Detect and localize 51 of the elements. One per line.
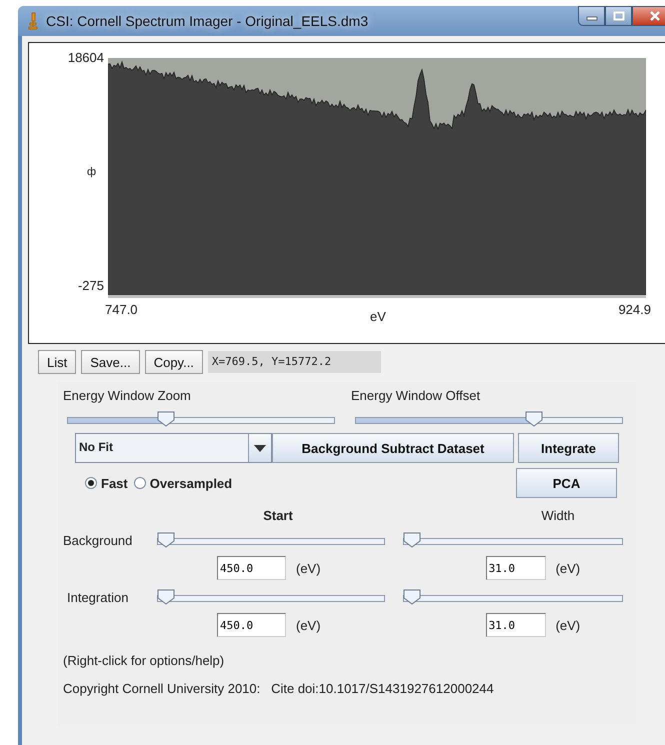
- slider-label: Energy Window Offset: [351, 388, 482, 403]
- close-icon: [649, 11, 661, 21]
- help-text: (Right-click for options/help): [63, 653, 226, 668]
- toolbar-button[interactable]: Save...: [81, 350, 140, 374]
- slider[interactable]: [67, 411, 335, 427]
- y-axis-label: ф: [86, 166, 96, 178]
- action-button[interactable]: PCA: [516, 468, 617, 498]
- toolbar-button[interactable]: List: [38, 350, 76, 374]
- maximize-icon: [612, 11, 624, 21]
- x-min-label: 747.0: [105, 302, 138, 319]
- unit-label: (eV): [556, 560, 580, 576]
- radio-option[interactable]: Oversampled: [134, 476, 232, 490]
- slider-thumb[interactable]: [157, 532, 175, 548]
- fit-dropdown[interactable]: No Fit: [75, 433, 272, 463]
- cursor-readout: X=769.5, Y=15772.2: [208, 351, 381, 373]
- slider[interactable]: [403, 532, 623, 548]
- unit-label: (eV): [296, 618, 321, 632]
- copyright-text: Copyright Cornell University 2010: Cite doi:10.1017/S1431927612000244: [63, 681, 495, 696]
- toolbar-button[interactable]: Copy...: [144, 350, 203, 374]
- column-header: Start: [262, 508, 294, 523]
- width-field[interactable]: 31.0: [486, 613, 546, 637]
- y-max-label: 18604: [68, 50, 104, 65]
- slider-thumb[interactable]: [525, 411, 543, 427]
- slider-label: Energy Window Zoom: [63, 388, 192, 403]
- row-label: Background: [63, 532, 134, 548]
- slider-thumb[interactable]: [157, 589, 175, 605]
- row-label: Integration: [66, 590, 130, 604]
- start-field[interactable]: 450.0: [217, 556, 286, 580]
- x-axis-label: eV: [370, 309, 386, 324]
- slider[interactable]: [157, 532, 385, 548]
- slider[interactable]: [355, 411, 623, 427]
- column-header: Width: [540, 508, 576, 523]
- radio-option[interactable]: Fast: [85, 476, 128, 490]
- slider-thumb[interactable]: [403, 532, 421, 548]
- y-min-label: -275: [78, 278, 104, 293]
- window-title: CSI: Cornell Spectrum Imager - Original_EELS.dm3: [46, 13, 368, 29]
- slider[interactable]: [157, 589, 385, 605]
- maximize-button[interactable]: [605, 6, 632, 26]
- minimize-button[interactable]: [578, 6, 605, 26]
- slider-thumb[interactable]: [403, 589, 421, 605]
- action-button[interactable]: Integrate: [518, 433, 619, 463]
- start-field[interactable]: 450.0: [217, 613, 286, 637]
- x-max-label: 924.9: [618, 302, 651, 319]
- slider-thumb[interactable]: [157, 411, 175, 427]
- close-button[interactable]: [632, 6, 665, 26]
- action-button[interactable]: Background Subtract Dataset: [272, 433, 514, 463]
- slider[interactable]: [403, 589, 623, 605]
- unit-label: (eV): [556, 618, 580, 632]
- caret-icon: [254, 444, 266, 452]
- width-field[interactable]: 31.0: [486, 556, 546, 580]
- unit-label: (eV): [296, 560, 321, 576]
